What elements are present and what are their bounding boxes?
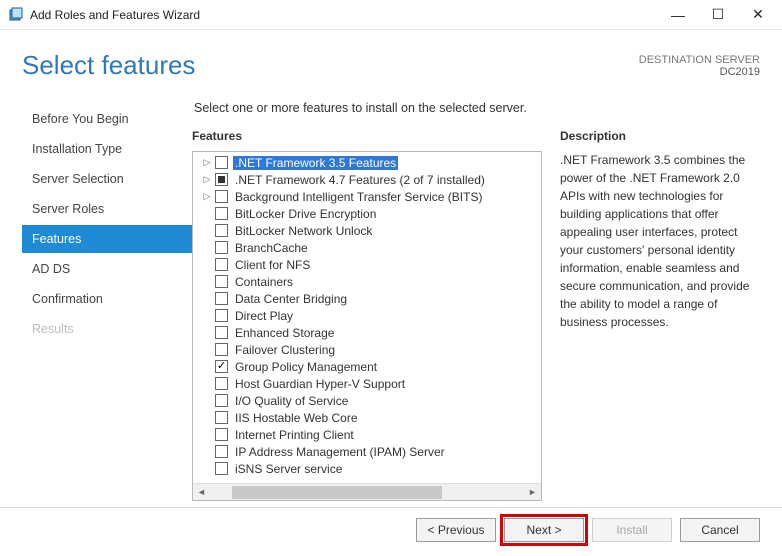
feature-row[interactable]: Failover Clustering [193, 341, 541, 358]
window-title: Add Roles and Features Wizard [30, 8, 200, 22]
feature-checkbox[interactable] [215, 224, 228, 237]
nav-item-results: Results [22, 315, 192, 343]
feature-label: .NET Framework 3.5 Features [233, 156, 398, 170]
feature-checkbox[interactable] [215, 428, 228, 441]
feature-row[interactable]: Containers [193, 273, 541, 290]
feature-label: BitLocker Drive Encryption [233, 207, 378, 221]
feature-label: Background Intelligent Transfer Service … [233, 190, 484, 204]
feature-row[interactable]: iSNS Server service [193, 460, 541, 477]
feature-row[interactable]: IP Address Management (IPAM) Server [193, 443, 541, 460]
feature-label: iSNS Server service [233, 462, 344, 476]
feature-checkbox[interactable] [215, 173, 228, 186]
nav-item-installation-type[interactable]: Installation Type [22, 135, 192, 163]
feature-checkbox[interactable] [215, 241, 228, 254]
feature-row[interactable]: Internet Printing Client [193, 426, 541, 443]
feature-label: Internet Printing Client [233, 428, 356, 442]
feature-label: I/O Quality of Service [233, 394, 350, 408]
nav-item-server-roles[interactable]: Server Roles [22, 195, 192, 223]
feature-label: BranchCache [233, 241, 310, 255]
titlebar: Add Roles and Features Wizard — ☐ ✕ [0, 0, 782, 30]
feature-checkbox[interactable] [215, 360, 228, 373]
feature-row[interactable]: BranchCache [193, 239, 541, 256]
feature-label: Enhanced Storage [233, 326, 336, 340]
nav-item-confirmation[interactable]: Confirmation [22, 285, 192, 313]
scroll-thumb[interactable] [232, 486, 442, 499]
feature-label: BitLocker Network Unlock [233, 224, 374, 238]
feature-row[interactable]: I/O Quality of Service [193, 392, 541, 409]
feature-checkbox[interactable] [215, 394, 228, 407]
feature-row[interactable]: IIS Hostable Web Core [193, 409, 541, 426]
feature-label: Client for NFS [233, 258, 312, 272]
description-heading: Description [560, 129, 760, 143]
nav-item-before-you-begin[interactable]: Before You Begin [22, 105, 192, 133]
feature-checkbox[interactable] [215, 343, 228, 356]
feature-checkbox[interactable] [215, 462, 228, 475]
feature-label: Host Guardian Hyper-V Support [233, 377, 407, 391]
feature-row[interactable]: BitLocker Drive Encryption [193, 205, 541, 222]
destination-block: DESTINATION SERVER DC2019 [639, 50, 760, 78]
feature-checkbox[interactable] [215, 326, 228, 339]
feature-row[interactable]: ▷ .NET Framework 3.5 Features [193, 154, 541, 171]
close-button[interactable]: ✕ [738, 0, 778, 30]
nav-item-ad-ds[interactable]: AD DS [22, 255, 192, 283]
feature-row[interactable]: Client for NFS [193, 256, 541, 273]
expand-icon[interactable]: ▷ [201, 191, 213, 202]
feature-row[interactable]: Data Center Bridging [193, 290, 541, 307]
feature-label: Containers [233, 275, 295, 289]
wizard-nav: Before You BeginInstallation TypeServer … [22, 97, 192, 501]
feature-row[interactable]: BitLocker Network Unlock [193, 222, 541, 239]
feature-row[interactable]: Host Guardian Hyper-V Support [193, 375, 541, 392]
expand-icon[interactable]: ▷ [201, 157, 213, 168]
feature-label: Group Policy Management [233, 360, 379, 374]
feature-label: IP Address Management (IPAM) Server [233, 445, 447, 459]
page-title: Select features [22, 50, 639, 81]
feature-checkbox[interactable] [215, 377, 228, 390]
instructions-text: Select one or more features to install o… [194, 101, 760, 115]
feature-row[interactable]: Enhanced Storage [193, 324, 541, 341]
minimize-button[interactable]: — [658, 0, 698, 30]
app-icon [8, 7, 24, 23]
feature-label: Direct Play [233, 309, 295, 323]
next-button[interactable]: Next > [504, 518, 584, 542]
feature-label: Data Center Bridging [233, 292, 349, 306]
description-text: .NET Framework 3.5 combines the power of… [560, 151, 760, 331]
feature-row[interactable]: ▷ Background Intelligent Transfer Service… [193, 188, 541, 205]
feature-checkbox[interactable] [215, 292, 228, 305]
destination-label: DESTINATION SERVER [639, 54, 760, 66]
feature-row[interactable]: ▷ .NET Framework 4.7 Features (2 of 7 ins… [193, 171, 541, 188]
feature-checkbox[interactable] [215, 309, 228, 322]
feature-checkbox[interactable] [215, 207, 228, 220]
feature-label: Failover Clustering [233, 343, 337, 357]
page-header: Select features DESTINATION SERVER DC201… [0, 30, 782, 87]
scroll-right-icon[interactable]: ► [524, 484, 541, 501]
scroll-left-icon[interactable]: ◄ [193, 484, 210, 501]
feature-row[interactable]: Group Policy Management [193, 358, 541, 375]
feature-checkbox[interactable] [215, 411, 228, 424]
nav-item-server-selection[interactable]: Server Selection [22, 165, 192, 193]
feature-row[interactable]: Direct Play [193, 307, 541, 324]
horizontal-scrollbar[interactable]: ◄ ► [193, 483, 541, 500]
feature-label: IIS Hostable Web Core [233, 411, 360, 425]
feature-label: .NET Framework 4.7 Features (2 of 7 inst… [233, 173, 487, 187]
features-listbox[interactable]: ▷ .NET Framework 3.5 Features ▷ .NET Framew… [192, 151, 542, 501]
wizard-footer: < Previous Next > Install Cancel [0, 508, 782, 556]
install-button: Install [592, 518, 672, 542]
feature-checkbox[interactable] [215, 445, 228, 458]
feature-checkbox[interactable] [215, 275, 228, 288]
nav-item-features[interactable]: Features [22, 225, 192, 253]
previous-button[interactable]: < Previous [416, 518, 496, 542]
maximize-button[interactable]: ☐ [698, 0, 738, 30]
feature-checkbox[interactable] [215, 190, 228, 203]
feature-checkbox[interactable] [215, 258, 228, 271]
expand-icon[interactable]: ▷ [201, 174, 213, 185]
feature-checkbox[interactable] [215, 156, 228, 169]
cancel-button[interactable]: Cancel [680, 518, 760, 542]
features-heading: Features [192, 129, 542, 143]
destination-server: DC2019 [639, 66, 760, 78]
